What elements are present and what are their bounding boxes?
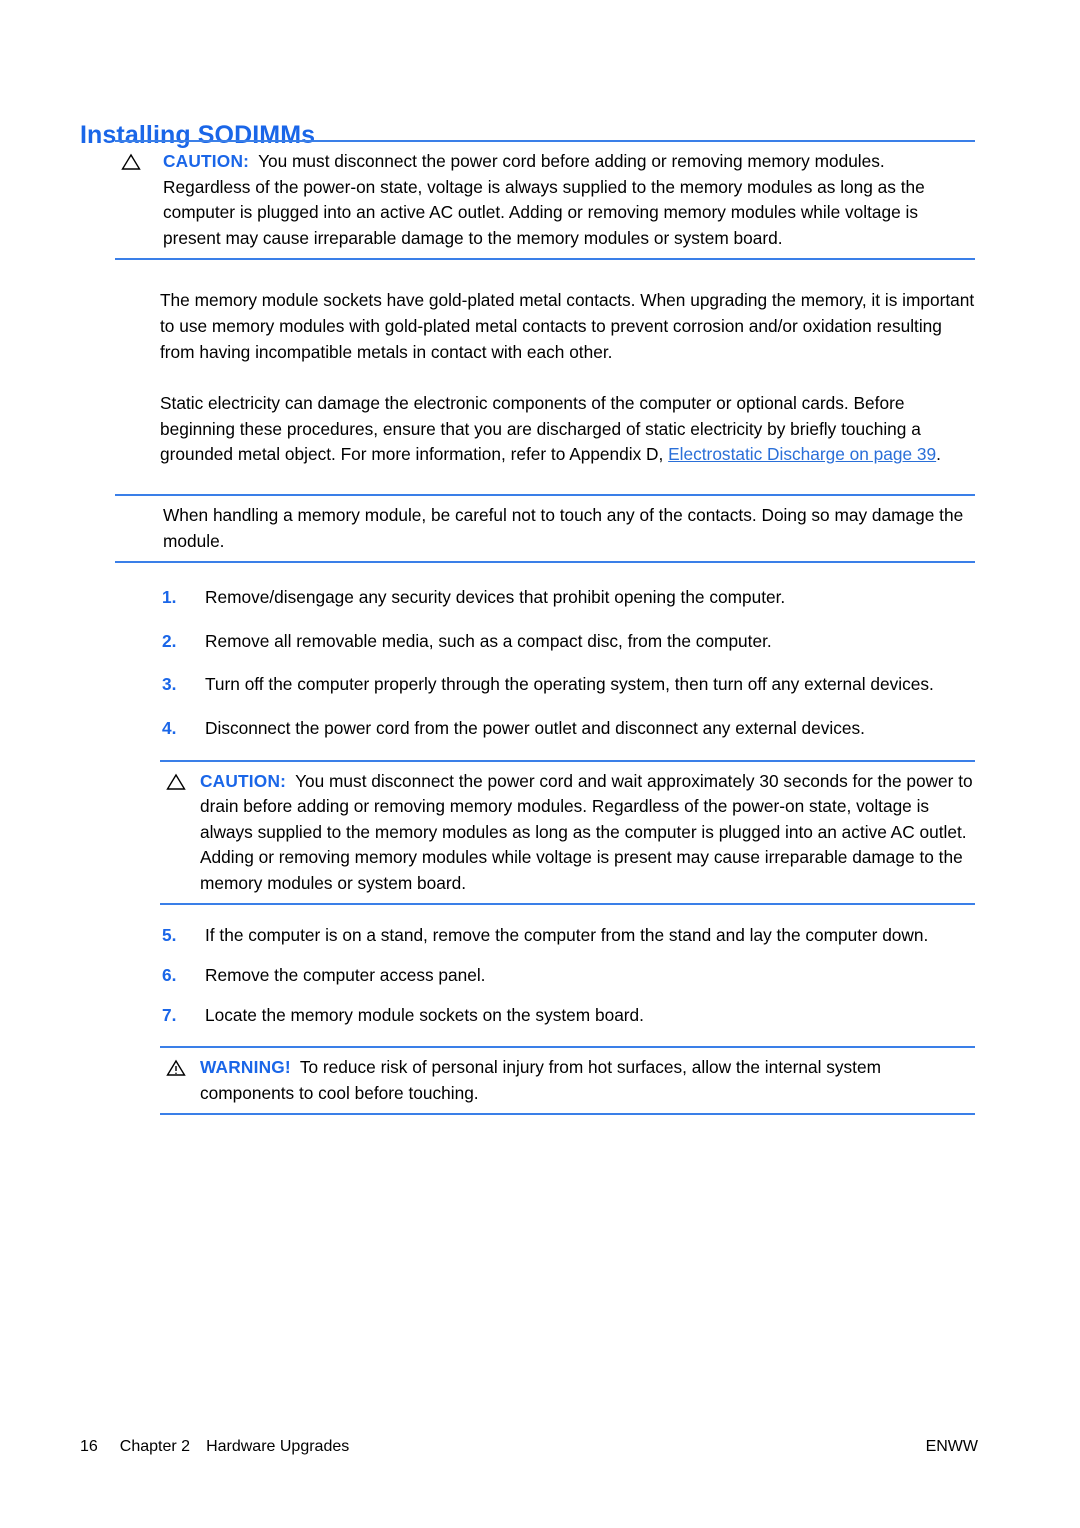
step-number: 1.: [162, 587, 177, 608]
list-item: 6. Remove the computer access panel.: [160, 963, 978, 989]
list-item: 2. Remove all removable media, such as a…: [160, 629, 978, 655]
document-page: Installing SODIMMs CAUTION: You must disc…: [0, 0, 1080, 1528]
step-text: Turn off the computer properly through t…: [205, 674, 934, 695]
list-item: 4. Disconnect the power cord from the po…: [160, 716, 978, 742]
step-number: 4.: [162, 717, 177, 738]
footer-chapter-title: Hardware Upgrades: [206, 1438, 350, 1455]
step-text: Locate the memory module sockets on the …: [205, 1004, 644, 1025]
list-item: 5. If the computer is on a stand, remove…: [160, 923, 978, 949]
electrostatic-discharge-link[interactable]: Electrostatic Discharge on page 39: [668, 444, 936, 464]
procedure-steps: 1. Remove/disengage any security devices…: [0, 585, 1080, 741]
list-item: 1. Remove/disengage any security devices…: [160, 585, 978, 611]
caution-text-1: You must disconnect the power cord befor…: [163, 151, 925, 248]
step-number: 5.: [162, 925, 177, 946]
step-text: Remove/disengage any security devices th…: [205, 587, 786, 608]
paragraph-static-electricity: Static electricity can damage the electr…: [160, 391, 978, 468]
caution-note-1: CAUTION: You must disconnect the power co…: [115, 140, 975, 261]
footer-left-group: 16 Chapter 2 Hardware Upgrades: [80, 1438, 349, 1456]
footer-page-number: 16: [80, 1438, 98, 1455]
paragraph-static-text-after: .: [936, 444, 941, 465]
step-number: 7.: [162, 1004, 177, 1025]
document-content: CAUTION: You must disconnect the power co…: [0, 140, 1080, 1116]
handling-note: When handling a memory module, be carefu…: [115, 493, 975, 564]
step-number: 6.: [162, 965, 177, 986]
step-text: If the computer is on a stand, remove th…: [205, 925, 929, 946]
procedure-steps-continued: 5. If the computer is on a stand, remove…: [0, 923, 1080, 1028]
footer-chapter: Chapter 2: [119, 1438, 191, 1455]
footer-right-label: ENWW: [925, 1438, 978, 1455]
warning-note: WARNING! To reduce risk of personal injur…: [160, 1046, 975, 1116]
caution-triangle-icon: [120, 151, 142, 173]
caution-label-1: CAUTION:: [163, 151, 250, 171]
step-text: Disconnect the power cord from the power…: [205, 717, 865, 738]
step-text: Remove all removable media, such as a co…: [205, 630, 772, 651]
list-item: 3. Turn off the computer properly throug…: [160, 672, 978, 698]
warning-label: WARNING!: [200, 1057, 291, 1078]
caution-triangle-icon: [165, 771, 187, 793]
caution-note-2: CAUTION: You must disconnect the power co…: [160, 759, 975, 906]
warning-triangle-icon: [165, 1057, 187, 1079]
paragraph-gold-plated-contacts: The memory module sockets have gold-plat…: [160, 290, 975, 362]
step-number: 3.: [162, 674, 177, 695]
page-footer: 16 Chapter 2 Hardware Upgrades ENWW: [0, 1438, 1080, 1464]
list-item: 7. Locate the memory module sockets on t…: [160, 1003, 978, 1029]
step-number: 2.: [162, 630, 177, 651]
caution-label-2: CAUTION:: [200, 770, 287, 791]
caution-text-2: You must disconnect the power cord and w…: [200, 770, 973, 893]
step-text: Remove the computer access panel.: [205, 965, 486, 986]
handling-note-text: When handling a memory module, be carefu…: [163, 504, 964, 551]
warning-text: To reduce risk of personal injury from h…: [200, 1057, 881, 1103]
